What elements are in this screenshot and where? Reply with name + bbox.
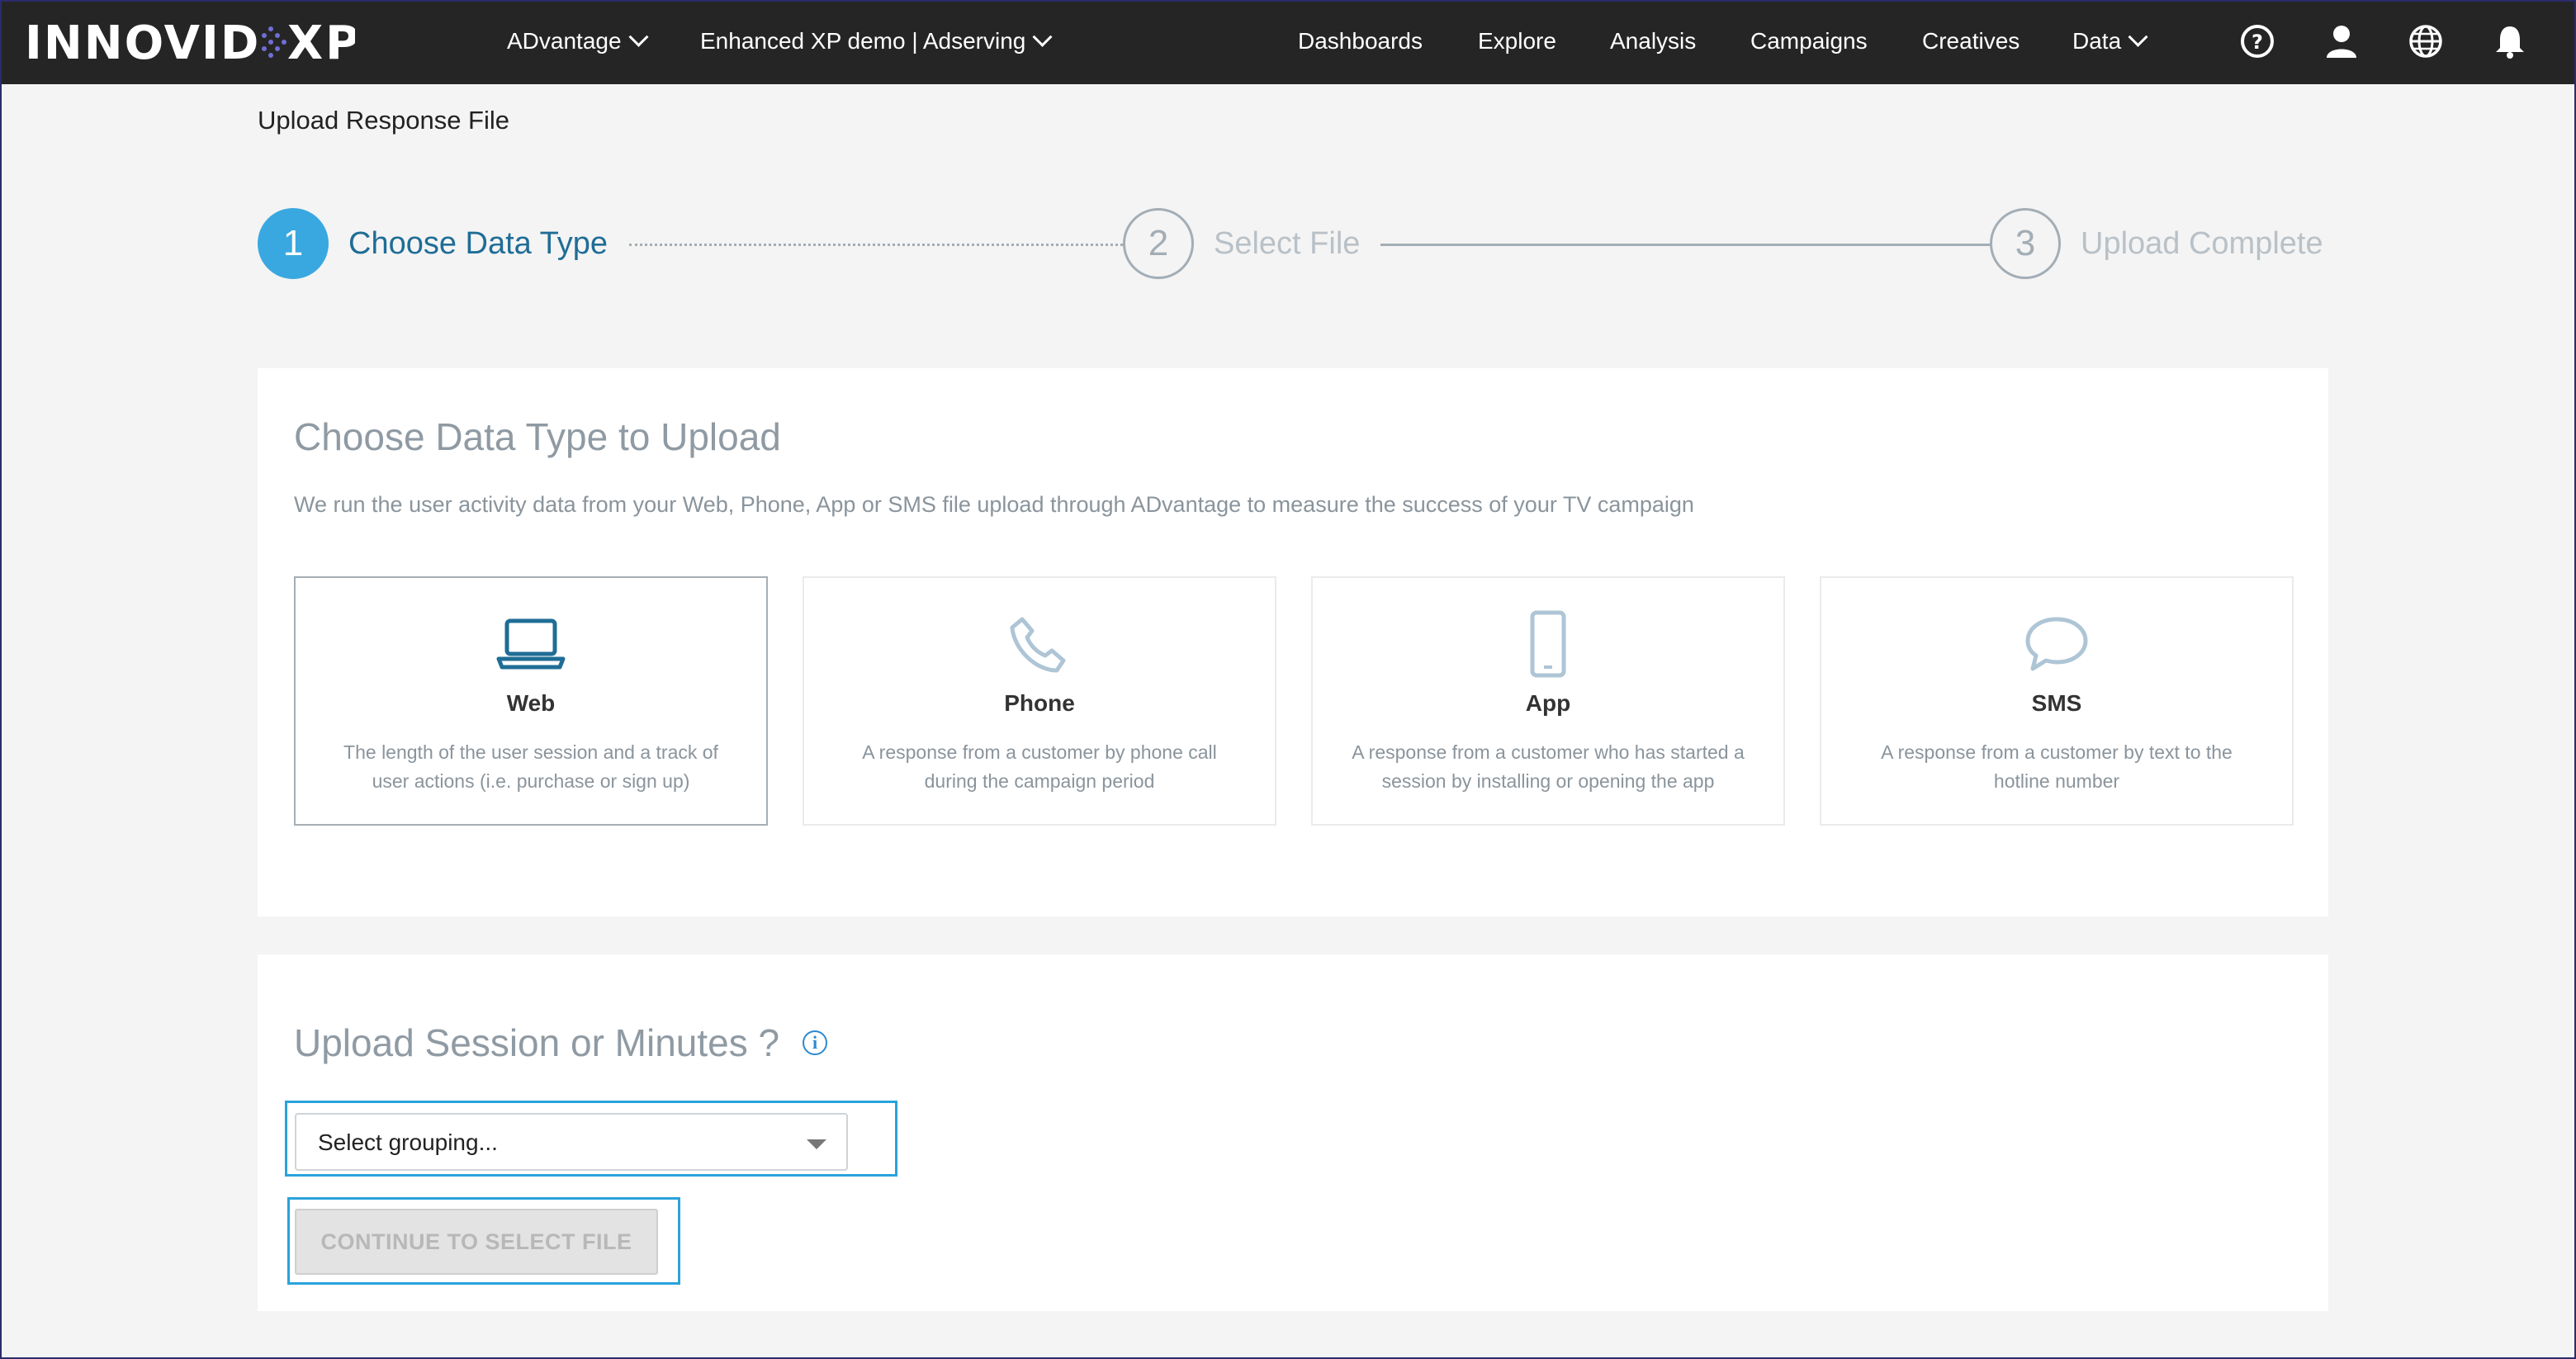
top-nav-bar: INNOVID XP ADvantage Enhanced XP demo | … [0, 0, 2576, 84]
data-type-card-name: SMS [2031, 690, 2082, 716]
data-type-card-description: A response from a customer who has start… [1352, 741, 1745, 792]
step-connector-1 [629, 244, 1123, 246]
step-3-label: Upload Complete [2081, 226, 2323, 261]
data-type-card-name: App [1525, 690, 1571, 716]
mobile-icon [1530, 610, 1566, 678]
svg-text:INNOVID: INNOVID [25, 17, 260, 67]
nav-creatives[interactable]: Creatives [1922, 18, 2020, 64]
data-type-card-web[interactable]: Web The length of the user session and a… [294, 576, 768, 826]
step-connector-2 [1380, 244, 1991, 246]
advertiser-dropdown[interactable]: Enhanced XP demo | Adserving [700, 18, 1053, 64]
account-dropdown-label: ADvantage [507, 28, 622, 54]
data-type-card-name: Web [506, 690, 556, 716]
data-dropdown-label: Data [2072, 28, 2122, 54]
data-type-card-description: The length of the user session and a tra… [343, 741, 718, 792]
data-dropdown[interactable]: Data [2072, 18, 2148, 64]
step-3-circle: 3 [1990, 208, 2061, 279]
account-dropdown[interactable]: ADvantage [507, 18, 649, 64]
logo-wordmark: INNOVID XP [25, 17, 355, 67]
data-type-card-app[interactable]: App A response from a customer who has s… [1311, 576, 1785, 826]
user-icon[interactable] [2318, 18, 2365, 64]
globe-icon[interactable] [2403, 18, 2449, 64]
nav-analysis[interactable]: Analysis [1610, 18, 1696, 64]
caret-down-icon [807, 1139, 826, 1149]
nav-dashboards[interactable]: Dashboards [1298, 18, 1423, 64]
chevron-down-icon [1032, 26, 1053, 47]
nav-campaigns[interactable]: Campaigns [1750, 18, 1868, 64]
data-type-card-sms[interactable]: SMS A response from a customer by text t… [1820, 576, 2294, 826]
data-type-card-name: Phone [1004, 690, 1075, 716]
page-title: Upload Response File [258, 106, 510, 135]
chevron-down-icon [628, 26, 649, 47]
data-type-panel-description: We run the user activity data from your … [294, 492, 1694, 517]
step-2-label: Select File [1214, 226, 1361, 261]
grouping-select-value: Select grouping... [318, 1129, 498, 1155]
info-icon[interactable]: i [803, 1030, 827, 1055]
help-icon[interactable]: ? [2234, 18, 2280, 64]
nav-explore[interactable]: Explore [1478, 18, 1556, 64]
grouping-select[interactable]: Select grouping... [295, 1113, 848, 1171]
data-type-panel-title: Choose Data Type to Upload [294, 415, 781, 458]
step-1-label: Choose Data Type [348, 226, 608, 261]
svg-text:XP: XP [287, 17, 355, 67]
grouping-panel-title: Upload Session or Minutes ? [294, 1021, 780, 1064]
chevron-down-icon [2128, 26, 2148, 47]
continue-to-select-file-button[interactable]: CONTINUE TO SELECT FILE [295, 1209, 658, 1275]
bell-icon[interactable] [2487, 18, 2533, 64]
step-2-circle: 2 [1123, 208, 1194, 279]
data-type-card-description: A response from a customer by phone call… [862, 741, 1217, 792]
laptop-icon [496, 618, 566, 670]
data-type-card-phone[interactable]: Phone A response from a customer by phon… [803, 576, 1276, 826]
innovid-xp-logo[interactable]: INNOVID XP [25, 12, 355, 73]
svg-text:?: ? [2252, 31, 2263, 54]
data-type-card-description: A response from a customer by text to th… [1881, 741, 2233, 792]
chat-bubble-icon [2025, 617, 2088, 671]
step-1-circle: 1 [258, 208, 329, 279]
advertiser-dropdown-label: Enhanced XP demo | Adserving [700, 28, 1026, 54]
phone-icon [1010, 617, 1066, 673]
